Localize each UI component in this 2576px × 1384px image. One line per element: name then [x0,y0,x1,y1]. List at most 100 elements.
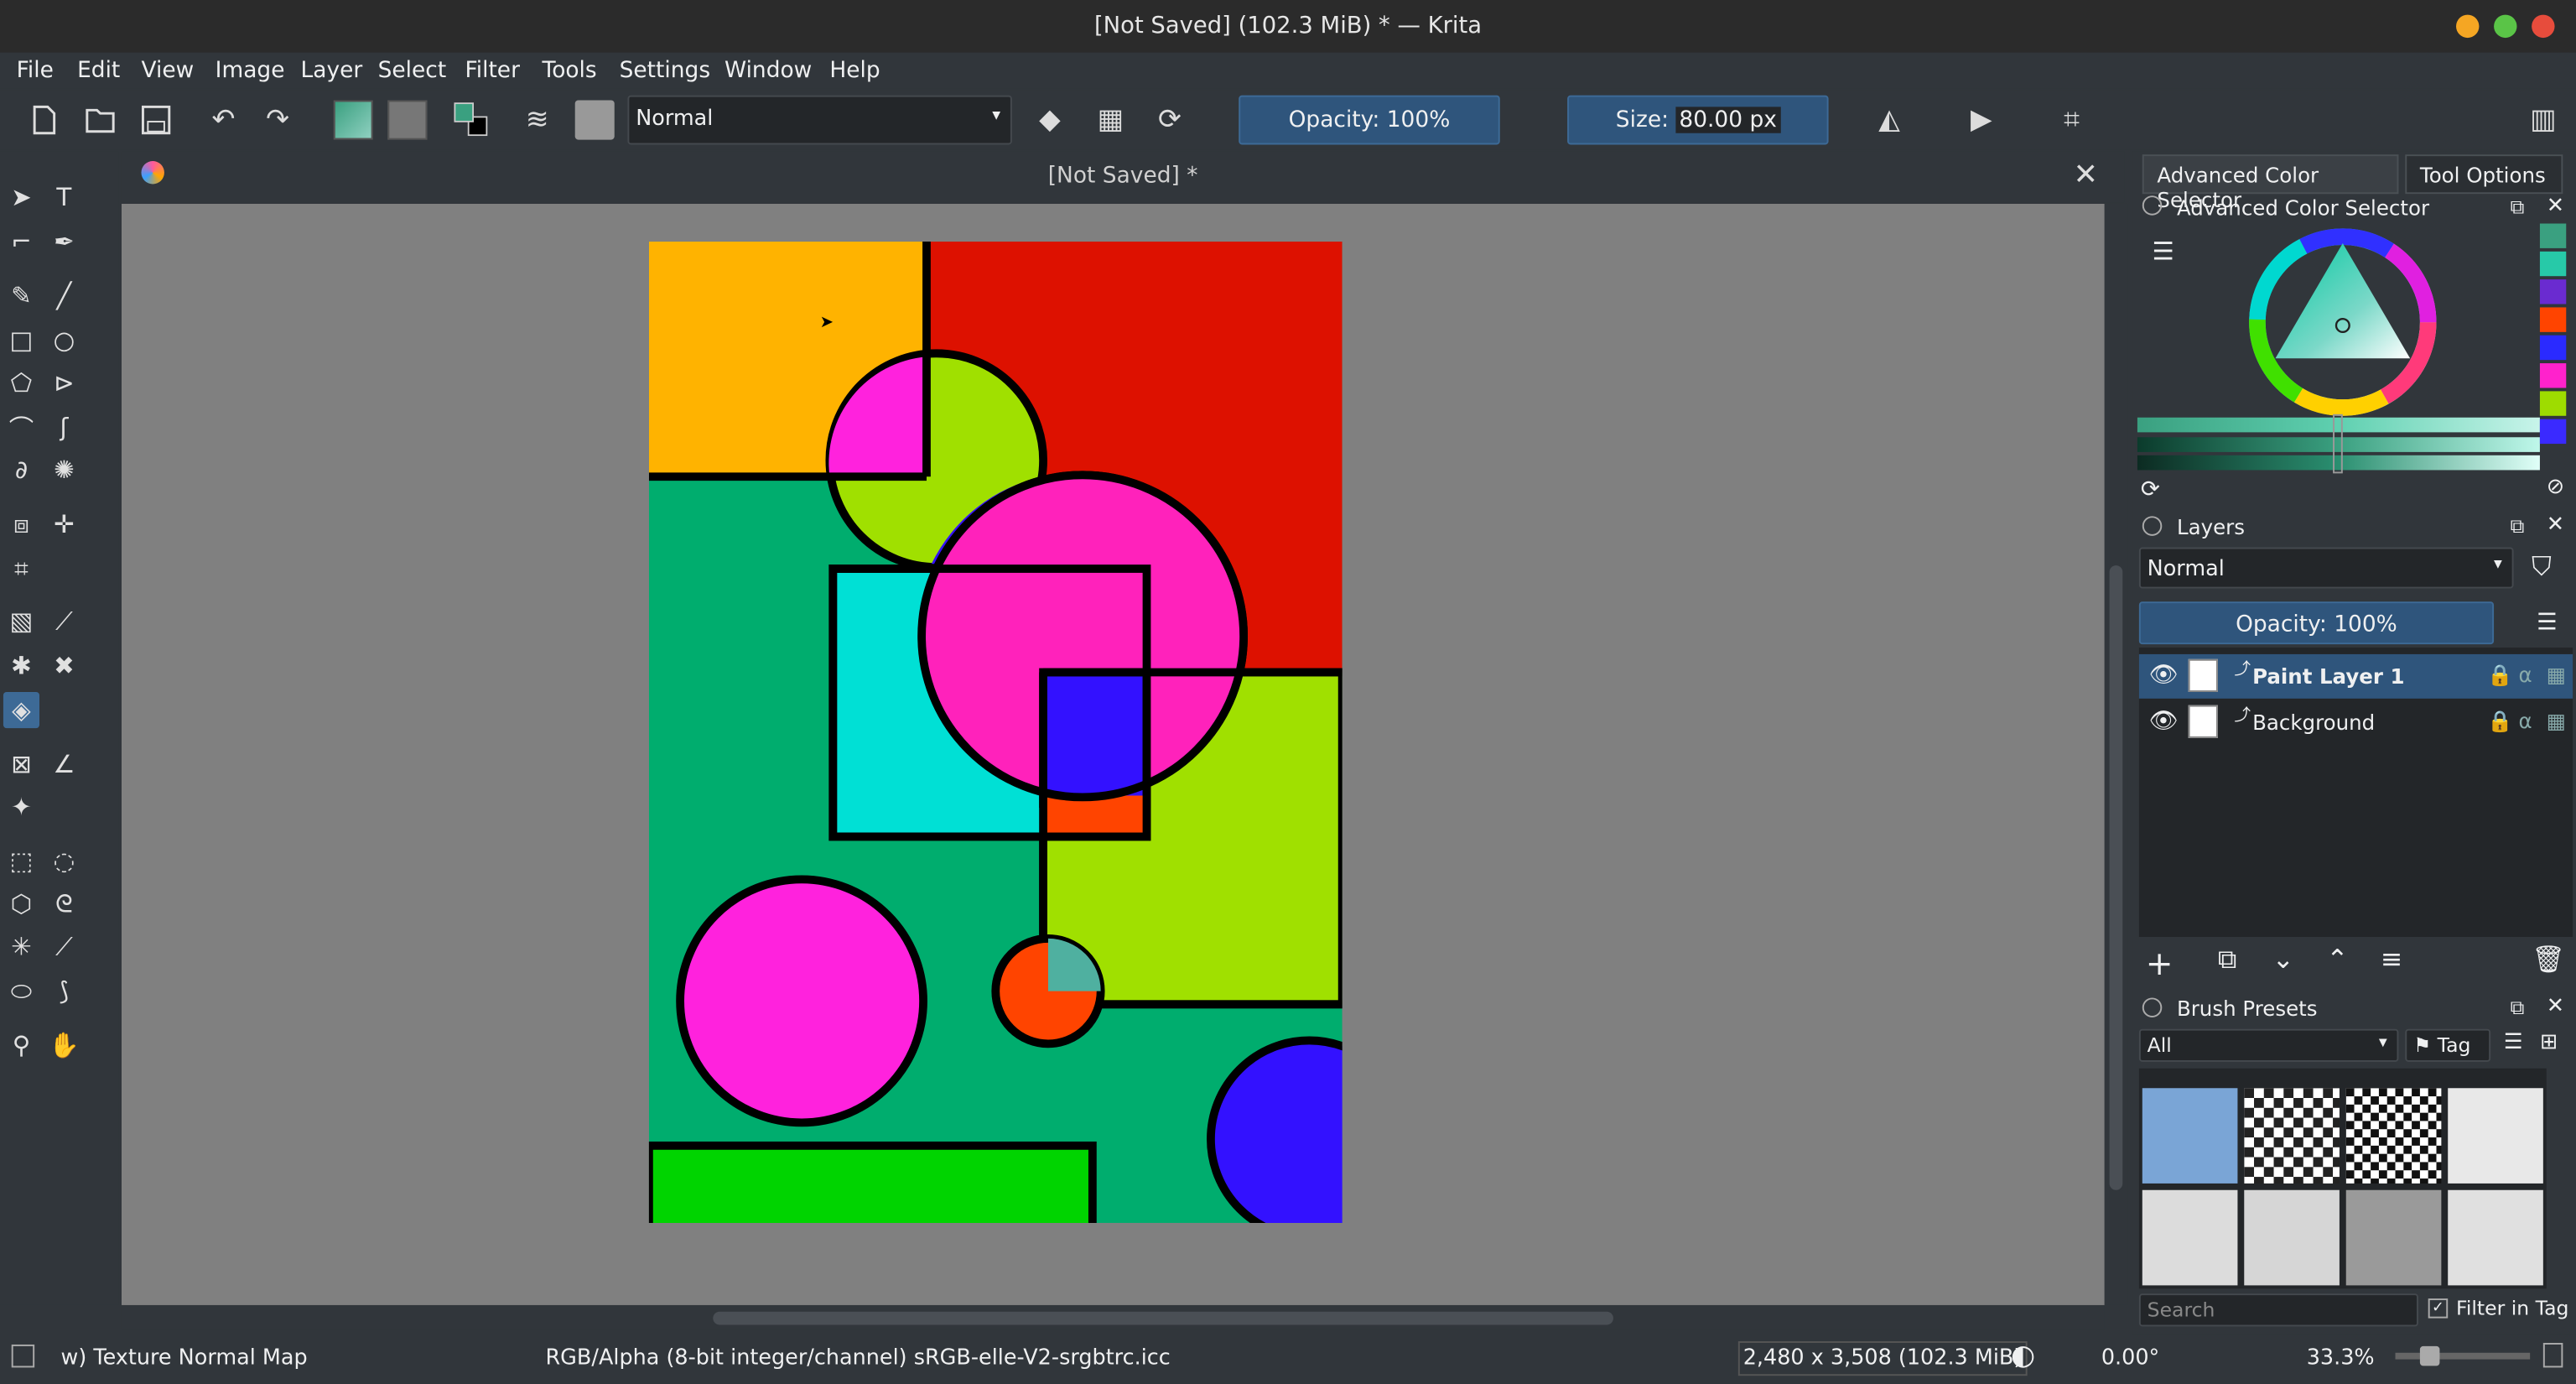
menu-window[interactable]: Window [724,58,812,84]
swatch-3[interactable] [2539,307,2567,332]
canvas-image[interactable] [648,242,1343,1223]
gradient-icon[interactable] [387,100,428,140]
magnetic-select-tool-icon[interactable]: ⟆ [46,973,82,1009]
brush-preset-item[interactable] [2345,1189,2442,1286]
pan-tool-icon[interactable]: ✋ [46,1028,82,1064]
freehand-brush-tool-icon[interactable]: ✎ [3,278,39,314]
colorize-mask-tool-icon[interactable]: ✱ [3,648,39,684]
workspaces-icon[interactable]: ▥ [2523,101,2563,140]
fill-pattern-icon[interactable] [333,100,373,140]
save-icon[interactable] [137,101,176,140]
lock-docker-icon[interactable] [2142,195,2163,216]
swatch-0[interactable] [2539,223,2567,248]
layer-name[interactable]: Background [2252,710,2375,735]
layer-row[interactable]: 👁 ⤴ Paint Layer 1 🔒 α ▦ [2138,653,2573,699]
zoom-slider[interactable] [2395,1352,2531,1360]
color-swatch-icon[interactable] [452,101,491,140]
swatch-5[interactable] [2539,363,2567,388]
multibrush-tool-icon[interactable]: ✺ [46,452,82,488]
move-layer-up-icon[interactable]: ⌃ [2326,944,2348,975]
swatch-1[interactable] [2539,251,2567,277]
wrap-around-icon[interactable]: ⌗ [2052,101,2091,140]
zoom-slider-handle[interactable] [2419,1345,2440,1366]
new-document-icon[interactable] [24,101,64,140]
vertical-scroll-thumb[interactable] [2109,565,2123,1190]
brush-grid-view-icon[interactable]: ⊞ [2540,1031,2558,1055]
similar-select-tool-icon[interactable]: ⟋ [46,929,82,965]
horizontal-scrollbar[interactable] [121,1306,2105,1330]
alpha-lock-icon[interactable]: α [2518,663,2532,687]
polygon-select-tool-icon[interactable]: ⬡ [3,886,39,922]
tab-advanced-color-selector[interactable]: Advanced Color Selector [2142,154,2399,212]
reference-tool-icon[interactable]: ✦ [3,789,39,825]
fill-tool-icon[interactable]: ◈ [3,691,40,729]
alpha-lock-icon[interactable]: α [2518,709,2532,733]
close-document-icon[interactable]: ✕ [2074,158,2099,192]
freehand-select-tool-icon[interactable]: ᘓ [46,886,82,922]
brush-preset-item[interactable] [2142,1189,2238,1286]
close-brush-docker-icon[interactable]: ✕ [2547,995,2564,1019]
bezier-tool-icon[interactable]: ⌒ [3,409,39,445]
reload-preset-icon[interactable]: ⟳ [1150,101,1189,140]
calligraphy-tool-icon[interactable]: ✒ [46,224,82,260]
smart-patch-tool-icon[interactable]: ✖ [46,648,82,684]
float-layers-docker-icon[interactable]: ⧉ [2511,514,2525,539]
rectangle-tool-icon[interactable]: □ [3,322,39,358]
ellipse-tool-icon[interactable]: ○ [46,322,82,358]
filter-in-tag-checkbox[interactable]: ✓ [2428,1298,2449,1319]
layer-name[interactable]: Paint Layer 1 [2252,664,2405,689]
text-tool-icon[interactable]: T [46,180,82,216]
open-document-icon[interactable] [80,101,120,140]
layer-opacity-slider[interactable]: Opacity: 100% [2138,601,2495,645]
rotation-icon[interactable]: ◐ [2011,1340,2035,1372]
brush-preset-item[interactable] [2448,1189,2543,1286]
measure-tool-icon[interactable]: ∠ [46,747,82,783]
float-docker-icon[interactable]: ⧉ [2511,195,2525,220]
assistant-tool-icon[interactable]: ⊠ [3,747,39,783]
menu-edit[interactable]: Edit [77,58,120,84]
mirror-vertical-icon[interactable]: ▶ [1961,101,2001,140]
inherit-alpha-icon[interactable]: ▦ [2547,709,2566,733]
brush-preset-item[interactable] [2142,1088,2238,1184]
layer-properties-icon[interactable]: ≡ [2381,944,2402,975]
layer-blend-mode-select[interactable]: Normal ▾ [2138,547,2514,589]
opacity-slider[interactable]: Opacity: 100% [1239,95,1500,145]
maximize-button[interactable] [2494,14,2517,39]
tag-select[interactable]: ⚑ Tag [2405,1028,2491,1062]
canvas-only-icon[interactable] [2542,1342,2563,1368]
brush-filter-select[interactable]: All ▾ [2138,1028,2399,1062]
lock-icon[interactable]: 🔒 [2487,709,2513,735]
color-wheel[interactable] [2244,224,2441,421]
tab-tool-options[interactable]: Tool Options [2405,154,2563,195]
eye-icon[interactable]: 👁 [2149,663,2179,689]
gradient-tool-icon[interactable]: ▧ [3,603,39,639]
swatch-7[interactable] [2539,419,2567,445]
brush-preset-item[interactable] [2244,1189,2340,1286]
vertical-scrollbar[interactable] [2104,203,2128,1305]
undo-icon[interactable]: ↶ [204,101,243,140]
brush-preset-item[interactable] [2448,1088,2543,1184]
blend-mode-select[interactable]: Normal ▾ [627,95,1012,145]
polyline-tool-icon[interactable]: ⊳ [46,365,82,401]
zoom-tool-icon[interactable]: ⚲ [3,1028,39,1064]
swatch-6[interactable] [2539,391,2567,416]
delete-layer-icon[interactable]: 🗑 [2532,944,2565,975]
mirror-horizontal-icon[interactable]: ◭ [1870,101,1909,140]
duplicate-layer-icon[interactable]: ⧉ [2218,944,2236,976]
lock-icon[interactable]: 🔒 [2487,663,2513,689]
brush-preset-icon[interactable] [574,100,615,140]
document-tab-title[interactable]: [Not Saved] * [122,163,2124,189]
polygon-tool-icon[interactable]: ⬠ [3,365,39,401]
transform-tool-icon[interactable]: ⧈ [3,507,39,543]
ellipse-select-tool-icon[interactable]: ◌ [46,843,82,879]
swatch-4[interactable] [2539,335,2567,361]
preserve-alpha-icon[interactable]: ▦ [1091,101,1130,140]
edit-shapes-tool-icon[interactable]: ⌐ [3,224,39,260]
refresh-colors-icon[interactable]: ⟳ [2141,476,2160,502]
close-window-button[interactable] [2532,14,2555,39]
color-slider-handle[interactable] [2333,414,2343,474]
clear-colors-icon[interactable]: ⊘ [2547,475,2564,499]
line-tool-icon[interactable]: ╱ [46,278,82,314]
dynamic-brush-tool-icon[interactable]: ∂ [3,452,39,488]
add-layer-icon[interactable]: + [2146,944,2174,983]
